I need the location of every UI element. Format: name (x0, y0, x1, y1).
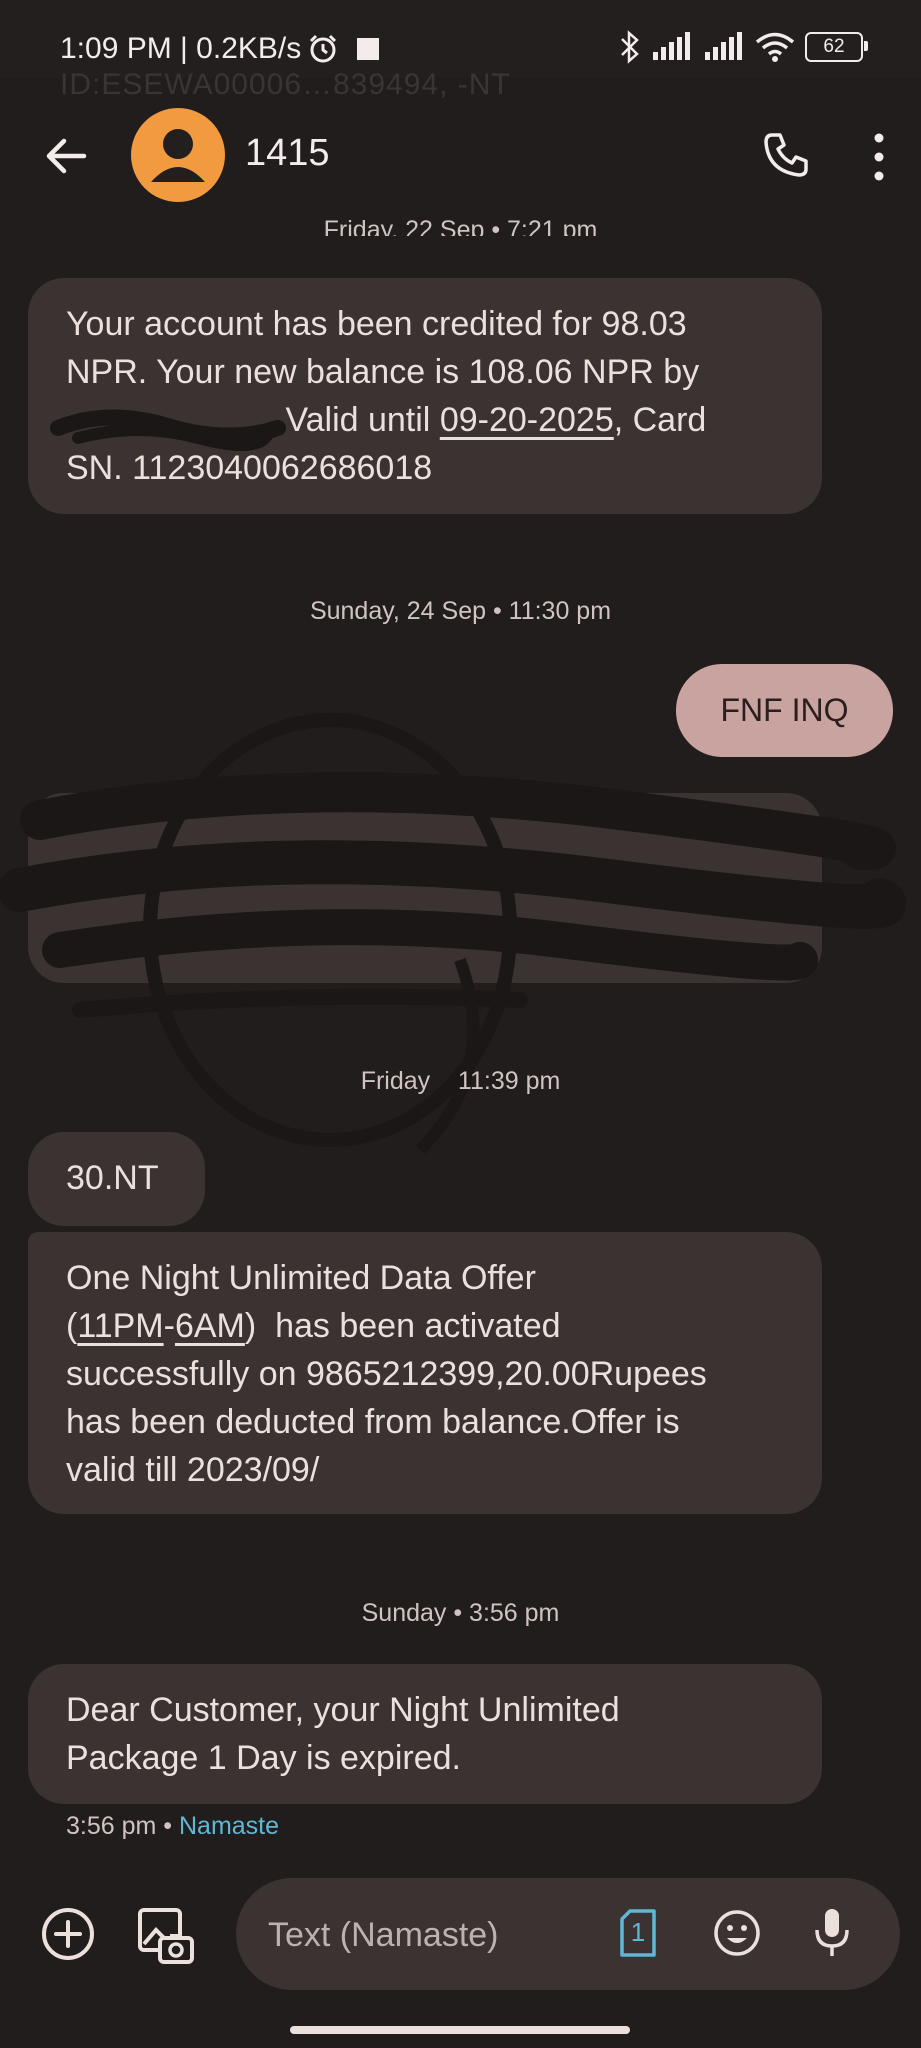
message-line: NPR. Your new balance is 108.06 NPR by (66, 353, 700, 391)
notification-square-icon (357, 38, 380, 60)
person-icon (151, 129, 205, 182)
gallery-camera-icon[interactable] (136, 1906, 196, 1966)
contact-name[interactable]: 1415 (245, 132, 330, 175)
message-line: Package 1 Day is expired. (66, 1739, 461, 1777)
message-meta: 3:56 pm • Namaste (66, 1812, 280, 1840)
back-arrow-icon[interactable] (40, 130, 92, 182)
timestamp-day: Friday 11:39 pm (360, 1067, 561, 1095)
message-input[interactable] (266, 1904, 600, 1966)
more-options-icon[interactable] (867, 130, 891, 184)
signal-icon (653, 32, 690, 60)
redaction-scribble (50, 409, 286, 452)
message-bubble-redacted[interactable] (28, 793, 822, 983)
sent-message-bubble[interactable]: FNF INQ (676, 664, 893, 757)
message-line: valid till 2023/09/ (66, 1451, 320, 1489)
wifi-icon (755, 32, 795, 62)
contact-avatar[interactable] (131, 108, 225, 202)
message-line: (11PM-6AM) has been activated (66, 1307, 561, 1345)
valid-until-label: Valid until (285, 401, 431, 439)
timestamp-partial: Friday, 22 Sep • 7:21 pm (323, 216, 598, 236)
conversation-header: 1415 (0, 90, 921, 220)
message-time: 3:56 pm (66, 1812, 157, 1840)
phone-icon[interactable] (761, 130, 811, 180)
sim-label: Namaste (179, 1812, 280, 1840)
time-link[interactable]: 6AM (175, 1307, 245, 1345)
message-composer[interactable]: 1 (236, 1878, 900, 1990)
alarm-icon (310, 34, 337, 63)
status-left: 1:09 PM | 0.2KB/s (60, 32, 380, 66)
gesture-nav-bar[interactable] (290, 2026, 630, 2034)
signal-icon-2 (705, 32, 742, 60)
status-right: 62 (619, 30, 868, 64)
emoji-icon[interactable] (712, 1908, 762, 1958)
message-line: Dear Customer, your Night Unlimited (66, 1691, 620, 1729)
message-bubble-short[interactable]: 30.NT (28, 1132, 205, 1226)
battery-level: 62 (823, 36, 845, 57)
message-line: One Night Unlimited Data Offer (66, 1259, 536, 1297)
sim-number: 1 (630, 1917, 646, 1947)
sim-selector-button[interactable]: 1 (618, 1908, 658, 1958)
timestamp-day: Sunday, 24 Sep • 11:30 pm (309, 597, 612, 625)
time-link[interactable]: 11PM (77, 1307, 163, 1345)
message-bubble-offer[interactable]: One Night Unlimited Data Offer (11PM-6AM… (28, 1232, 822, 1514)
message-bubble-expired[interactable]: Dear Customer, your Night Unlimited Pack… (28, 1664, 822, 1804)
status-time: 1:09 PM | 0.2KB/s (60, 32, 302, 65)
message-line: Your account has been credited for 98.03 (66, 305, 687, 343)
timestamp-day: Sunday • 3:56 pm (361, 1599, 560, 1627)
bluetooth-icon (621, 30, 639, 64)
message-bubble-credit[interactable]: Your account has been credited for 98.03… (28, 278, 822, 514)
message-line: has been deducted from balance.Offer is (66, 1403, 680, 1441)
status-bar: 1:09 PM | 0.2KB/s 62 (0, 0, 921, 78)
battery-icon: 62 (805, 32, 868, 62)
expiry-date-link[interactable]: 09-20-2025 (440, 401, 614, 439)
microphone-icon[interactable] (812, 1906, 852, 1960)
add-attachment-icon[interactable] (40, 1906, 96, 1962)
message-line: successfully on 9865212399,20.00Rupees (66, 1355, 707, 1393)
